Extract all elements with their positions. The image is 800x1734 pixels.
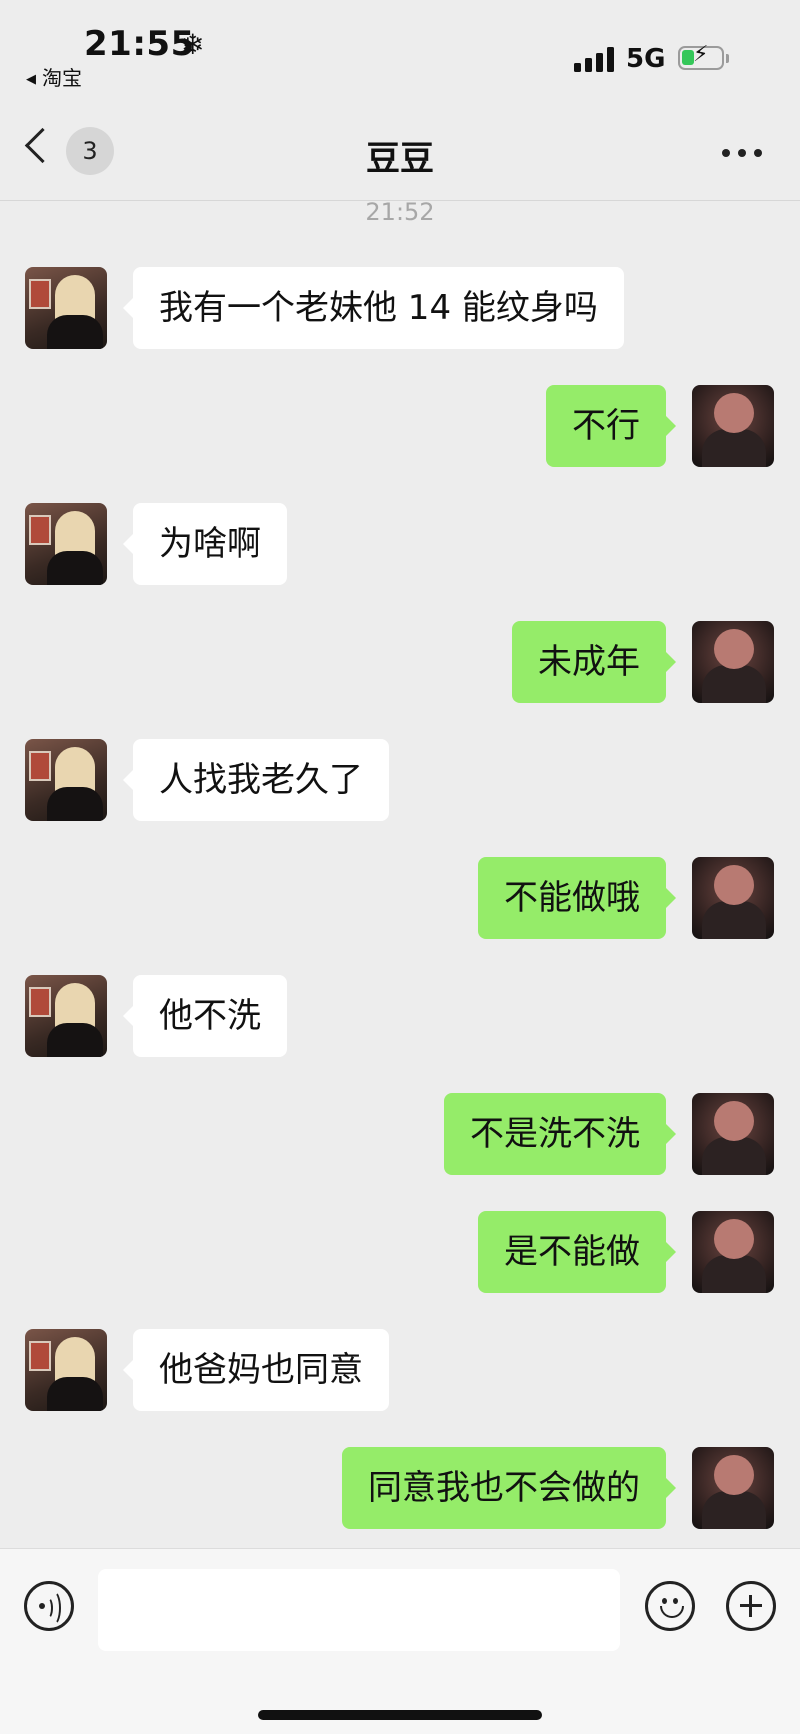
snowflake-icon: ❄ [181,28,205,61]
ellipsis-icon[interactable] [722,149,762,157]
incoming-message: 我有一个老妹他 14 能纹身吗 [0,267,800,349]
network-type: 5G [626,44,666,74]
outgoing-message: 不能做哦 [0,857,800,939]
my-avatar[interactable] [692,621,774,703]
incoming-message: 人找我老久了 [0,739,800,821]
message-bubble[interactable]: 人找我老久了 [123,739,389,821]
battery-charging-icon: ⚡ [678,42,724,70]
message-bubble[interactable]: 他不洗 [123,975,287,1057]
status-time: 21:55 [84,24,195,64]
home-indicator [258,1710,542,1720]
cellular-signal-icon [574,46,616,72]
message-bubble[interactable]: 不是洗不洗 [444,1093,676,1175]
outgoing-message: 未成年 [0,621,800,703]
chat-title: 豆豆 [366,139,434,179]
chat-nav-bar: 3 豆豆 [0,105,800,201]
contact-avatar[interactable] [25,739,107,821]
message-bubble[interactable]: 同意我也不会做的 [342,1447,676,1529]
outgoing-message: 同意我也不会做的 [0,1447,800,1529]
incoming-message: 为啥啊 [0,503,800,585]
back-app-label: 淘宝 [42,66,82,90]
contact-avatar[interactable] [25,975,107,1057]
incoming-message: 他爸妈也同意 [0,1329,800,1411]
status-bar: 21:55 ❄ ◀ 淘宝 5G ⚡ [0,0,800,105]
my-avatar[interactable] [692,385,774,467]
message-input[interactable] [98,1569,620,1651]
message-bubble[interactable]: 不行 [546,385,676,467]
message-bubble[interactable]: 未成年 [512,621,676,703]
my-avatar[interactable] [692,1447,774,1529]
outgoing-message: 是不能做 [0,1211,800,1293]
emoji-icon[interactable] [645,1581,695,1631]
my-avatar[interactable] [692,1211,774,1293]
battery-tip [726,54,729,63]
incoming-message: 他不洗 [0,975,800,1057]
plus-icon[interactable] [726,1581,776,1631]
message-timestamp: 21:52 [365,198,435,226]
message-bubble[interactable]: 是不能做 [478,1211,676,1293]
outgoing-message: 不是洗不洗 [0,1093,800,1175]
back-triangle-icon: ◀ [26,72,36,87]
my-avatar[interactable] [692,857,774,939]
contact-avatar[interactable] [25,503,107,585]
input-bar [0,1548,800,1734]
outgoing-message: 不行 [0,385,800,467]
message-bubble[interactable]: 他爸妈也同意 [123,1329,389,1411]
back-to-app-link[interactable]: ◀ 淘宝 [26,62,82,91]
contact-avatar[interactable] [25,267,107,349]
message-bubble[interactable]: 不能做哦 [478,857,676,939]
message-bubble[interactable]: 我有一个老妹他 14 能纹身吗 [123,267,624,349]
my-avatar[interactable] [692,1093,774,1175]
voice-icon[interactable] [24,1581,74,1631]
message-bubble[interactable]: 为啥啊 [123,503,287,585]
contact-avatar[interactable] [25,1329,107,1411]
